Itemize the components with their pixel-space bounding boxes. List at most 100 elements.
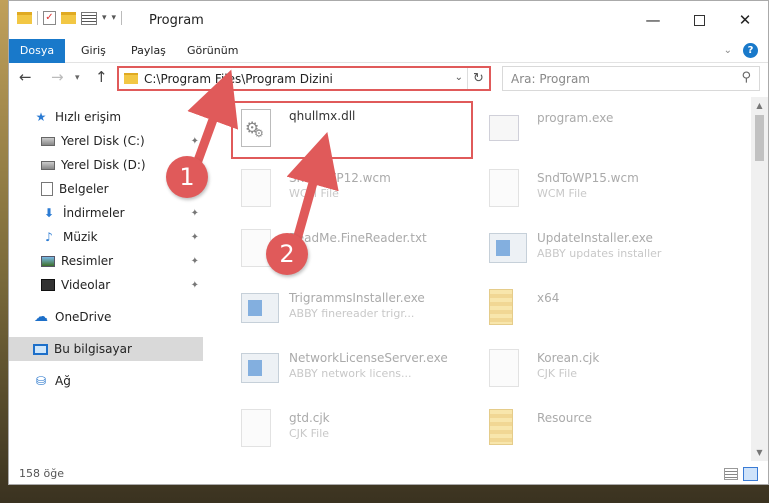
properties-icon[interactable] xyxy=(81,11,97,25)
customize-toolbar-icon[interactable]: ▾ xyxy=(112,13,117,23)
file-name: UpdateInstaller.exe xyxy=(537,231,653,245)
expand-ribbon-icon[interactable]: ⌄ xyxy=(724,39,732,63)
file-type: ABBY finereader trigr... xyxy=(289,307,415,320)
details-view-icon[interactable] xyxy=(724,468,738,480)
close-button[interactable]: ✕ xyxy=(722,1,768,39)
pin-icon[interactable]: ✦ xyxy=(191,256,199,267)
address-bar[interactable]: C:\Program Files\Program Dizini ⌄ ↻ xyxy=(117,66,491,91)
file-icon xyxy=(241,409,271,447)
ribbon: Dosya Giriş Paylaş Görünüm ⌄ ? xyxy=(9,39,768,63)
address-dropdown-icon[interactable]: ⌄ xyxy=(455,72,463,83)
sidebar-item-quick-access[interactable]: ★ Hızlı erişim xyxy=(33,105,203,129)
sidebar-item-music[interactable]: ♪ Müzik ✦ xyxy=(41,225,203,249)
file-type: WCM File xyxy=(537,187,587,200)
tab-share[interactable]: Paylaş xyxy=(131,39,166,63)
file-icon xyxy=(489,169,519,207)
pin-icon[interactable]: ✦ xyxy=(191,136,199,147)
sidebar-item-label: Ağ xyxy=(55,374,71,388)
file-item[interactable]: SndToWP12.wcm WCM File xyxy=(233,163,473,219)
document-icon xyxy=(41,182,53,196)
search-input[interactable]: Ara: Program xyxy=(511,72,590,86)
file-name: program.exe xyxy=(537,111,614,125)
quick-access-toolbar: ✓ ▾ ▾ xyxy=(17,11,123,25)
file-item[interactable]: gtd.cjk CJK File xyxy=(233,403,473,459)
search-icon[interactable]: ⚲ xyxy=(741,70,751,85)
toolbar-divider xyxy=(37,11,38,25)
sidebar-item-network[interactable]: ⛁ Ağ xyxy=(33,369,203,393)
up-arrow-icon[interactable]: ↑ xyxy=(95,68,108,86)
refresh-icon[interactable]: ↻ xyxy=(467,68,489,89)
file-item[interactable]: Korean.cjk CJK File xyxy=(481,343,731,399)
selection-highlight xyxy=(231,101,473,159)
address-path[interactable]: C:\Program Files\Program Dizini xyxy=(144,72,333,86)
sidebar-item-videos[interactable]: Videolar ✦ xyxy=(41,273,203,297)
disk-icon xyxy=(41,136,55,146)
computer-icon xyxy=(33,343,48,355)
pin-icon[interactable]: ✦ xyxy=(191,208,199,219)
file-name: Korean.cjk xyxy=(537,351,600,365)
file-name: Resource xyxy=(537,411,593,425)
sidebar-item-downloads[interactable]: ⬇ İndirmeler ✦ xyxy=(41,201,203,225)
scroll-up-icon[interactable]: ▲ xyxy=(751,97,768,114)
help-icon[interactable]: ? xyxy=(743,43,758,58)
vertical-scrollbar[interactable]: ▲ ▼ xyxy=(751,97,768,461)
music-icon: ♪ xyxy=(45,230,53,244)
pin-icon[interactable]: ✦ xyxy=(191,280,199,291)
scrollbar-thumb[interactable] xyxy=(755,115,764,161)
forward-arrow-icon[interactable]: → xyxy=(51,68,64,86)
new-folder-icon[interactable] xyxy=(61,12,76,24)
back-arrow-icon[interactable]: ← xyxy=(19,68,32,86)
minimize-button[interactable]: — xyxy=(630,1,676,39)
pin-icon[interactable]: ✦ xyxy=(191,232,199,243)
chevron-down-icon[interactable]: ▾ xyxy=(102,13,107,23)
download-icon: ⬇ xyxy=(43,206,55,220)
file-name: NetworkLicenseServer.exe xyxy=(289,351,448,365)
file-item[interactable]: NetworkLicenseServer.exe ABBY network li… xyxy=(233,343,473,399)
sidebar-item-pictures[interactable]: Resimler ✦ xyxy=(41,249,203,273)
zip-folder-icon xyxy=(489,409,513,445)
search-box[interactable]: Ara: Program ⚲ xyxy=(502,66,760,91)
sidebar-item-label: Müzik xyxy=(63,230,98,244)
file-name: gtd.cjk xyxy=(289,411,330,425)
window-title: Program xyxy=(149,13,204,28)
file-name: TrigrammsInstaller.exe xyxy=(289,291,425,305)
sidebar-item-onedrive[interactable]: ☁ OneDrive xyxy=(33,305,203,329)
navigation-bar: ← → ▾ ↑ C:\Program Files\Program Dizini … xyxy=(9,63,768,93)
file-item[interactable]: UpdateInstaller.exe ABBY updates install… xyxy=(481,223,731,279)
file-item[interactable]: TrigrammsInstaller.exe ABBY finereader t… xyxy=(233,283,473,339)
sidebar-item-label: Hızlı erişim xyxy=(55,110,122,124)
maximize-button[interactable] xyxy=(676,1,722,39)
sidebar-item-label: Resimler xyxy=(61,254,114,268)
pictures-icon xyxy=(41,255,55,267)
sidebar-item-label: Bu bilgisayar xyxy=(54,342,132,356)
tab-view[interactable]: Görünüm xyxy=(187,39,238,63)
properties-check-icon[interactable]: ✓ xyxy=(43,11,56,25)
large-icons-view-icon[interactable] xyxy=(743,467,758,481)
file-type: WCM File xyxy=(289,187,339,200)
network-icon: ⛁ xyxy=(35,374,47,388)
toolbar-divider xyxy=(121,11,123,25)
file-type: ABBY network licens... xyxy=(289,367,412,380)
sidebar-item-this-pc[interactable]: Bu bilgisayar xyxy=(9,337,203,361)
folder-item[interactable]: Resource xyxy=(481,403,731,459)
file-item-exe[interactable]: program.exe xyxy=(481,103,731,159)
star-icon: ★ xyxy=(35,110,47,124)
file-item[interactable]: SndToWP15.wcm WCM File xyxy=(481,163,731,219)
sidebar-item-label: OneDrive xyxy=(55,310,112,324)
sidebar-item-disk-c[interactable]: Yerel Disk (C:) ✦ xyxy=(41,129,203,153)
file-icon xyxy=(489,349,519,387)
file-type: CJK File xyxy=(289,427,330,440)
step-badge-1: 1 xyxy=(166,156,208,198)
file-name: ReadMe.FineReader.txt xyxy=(289,231,427,245)
navigation-pane: ★ Hızlı erişim Yerel Disk (C:) ✦ Yerel D… xyxy=(9,99,203,461)
file-type: ABBY updates installer xyxy=(537,247,662,260)
tab-file[interactable]: Dosya xyxy=(9,39,65,63)
scroll-down-icon[interactable]: ▼ xyxy=(751,444,768,461)
installer-icon xyxy=(241,293,279,323)
file-icon xyxy=(241,169,271,207)
tab-home[interactable]: Giriş xyxy=(81,39,106,63)
folder-item[interactable]: x64 xyxy=(481,283,731,339)
sidebar-item-label: Videolar xyxy=(61,278,111,292)
recent-locations-icon[interactable]: ▾ xyxy=(75,73,80,83)
file-name: SndToWP15.wcm xyxy=(537,171,639,185)
